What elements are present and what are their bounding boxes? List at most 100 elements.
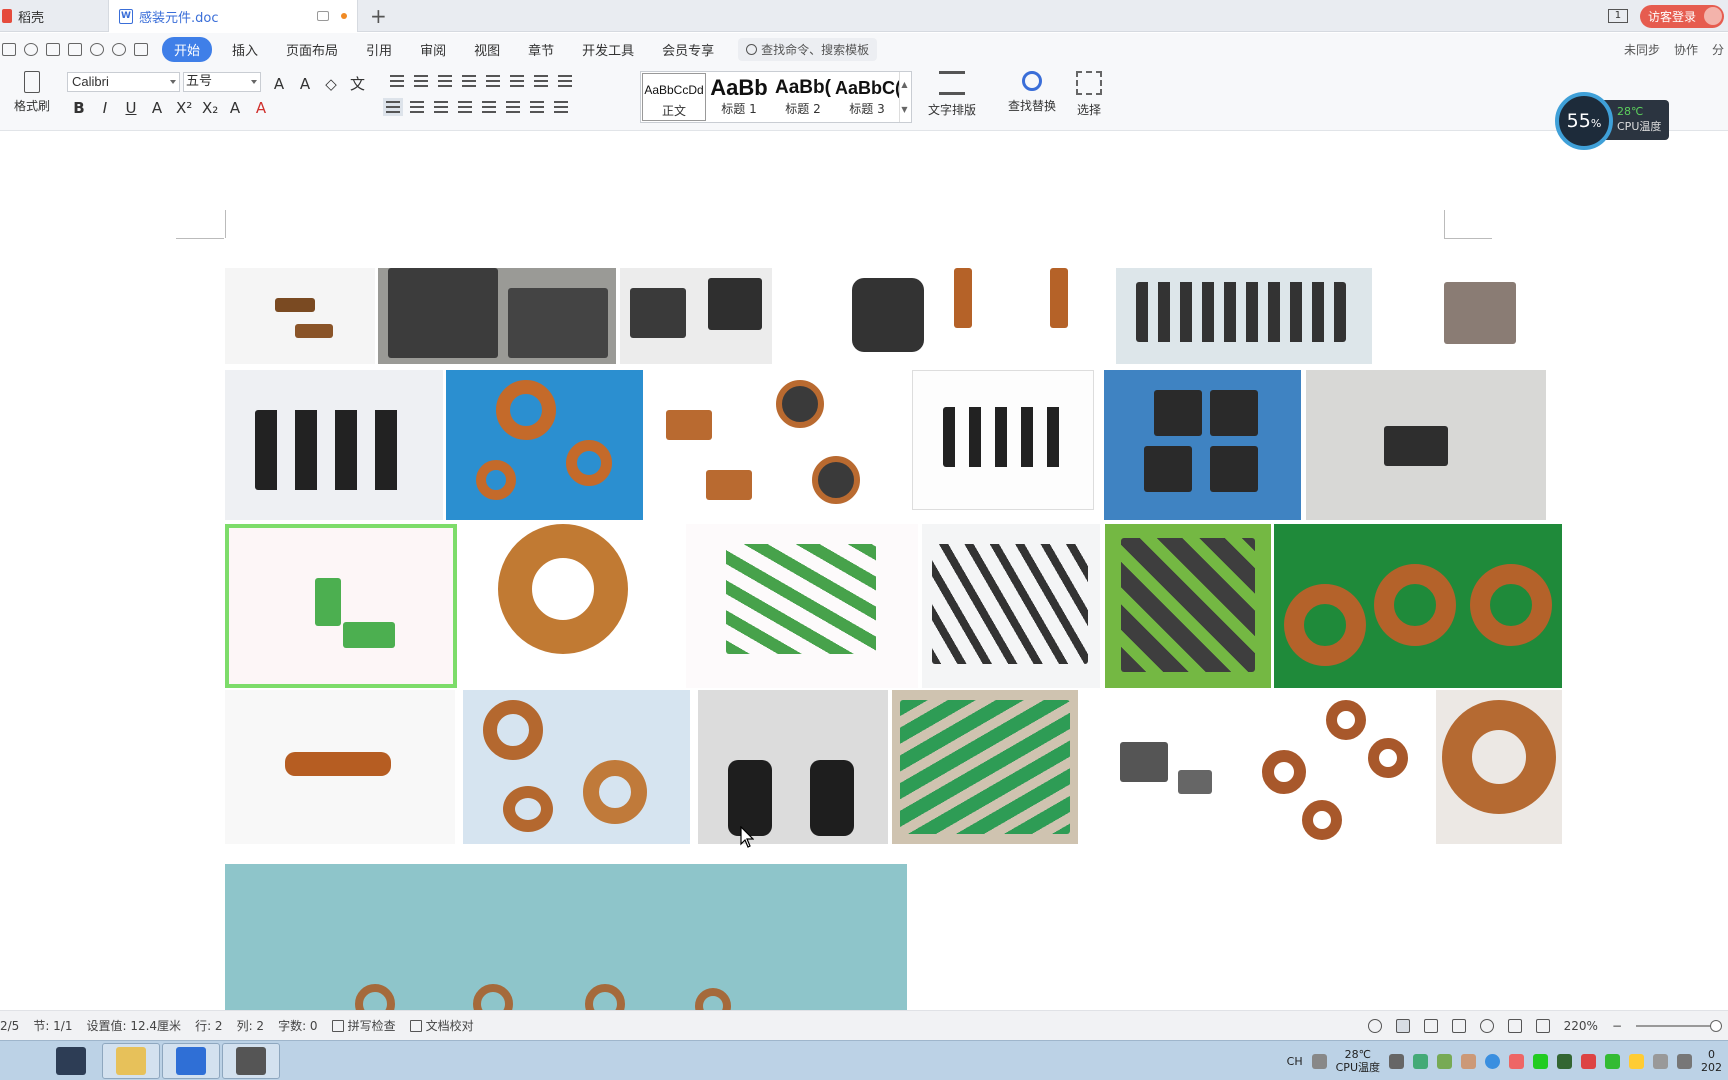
- outline-view-icon[interactable]: [1423, 1018, 1438, 1033]
- inductor-photo[interactable]: [225, 690, 455, 844]
- clear-format-icon[interactable]: ◇: [324, 75, 338, 93]
- align-right-icon[interactable]: [434, 101, 448, 113]
- zoom-level[interactable]: 220%: [1564, 1019, 1598, 1033]
- styles-scroll[interactable]: ▲ ▼: [899, 72, 909, 122]
- cpu-monitor-widget[interactable]: 55% 28℃ CPU温度: [1555, 92, 1669, 150]
- borders-icon[interactable]: [554, 101, 568, 113]
- shrink-font-icon[interactable]: A: [298, 75, 312, 93]
- thermometer-icon[interactable]: [1389, 1053, 1404, 1069]
- command-search[interactable]: 查找命令、搜索模板: [738, 37, 878, 61]
- menu-tab-4[interactable]: 审阅: [406, 40, 460, 59]
- print-preview-icon[interactable]: [68, 42, 82, 56]
- window-icon[interactable]: [317, 11, 329, 21]
- network-tool-icon[interactable]: [1413, 1053, 1428, 1069]
- font-name-select[interactable]: Calibri: [67, 72, 180, 92]
- inductor-photo[interactable]: [1104, 370, 1301, 520]
- taskbar-app-recorder[interactable]: [222, 1043, 280, 1079]
- customize-icon[interactable]: [134, 42, 148, 56]
- style-0[interactable]: AaBbCcDd 正文: [642, 73, 706, 121]
- menu-tab-3[interactable]: 引用: [352, 40, 406, 59]
- inductor-photo[interactable]: [1274, 524, 1562, 688]
- zoom-slider[interactable]: [1636, 1019, 1722, 1032]
- inductor-photo-large[interactable]: [225, 864, 907, 1010]
- inductor-photo[interactable]: [686, 524, 918, 688]
- fit-page-icon[interactable]: [1535, 1018, 1550, 1033]
- read-view-icon[interactable]: [1451, 1018, 1466, 1033]
- sync-status[interactable]: 未同步: [1624, 41, 1660, 58]
- nvidia-icon[interactable]: [1557, 1053, 1572, 1069]
- sort-icon[interactable]: [534, 75, 548, 87]
- language-indicator[interactable]: CH: [1287, 1055, 1303, 1068]
- shield-icon[interactable]: [1605, 1053, 1620, 1069]
- document-canvas[interactable]: [0, 132, 1728, 1010]
- chinese-layout-icon[interactable]: [486, 75, 500, 87]
- output-icon[interactable]: [24, 42, 38, 56]
- inductor-photo[interactable]: [698, 690, 888, 844]
- strikethrough-icon[interactable]: A: [150, 99, 164, 117]
- app-red-icon[interactable]: [1509, 1053, 1524, 1069]
- speaker-app-icon[interactable]: [1581, 1053, 1596, 1069]
- style-2[interactable]: AaBb(标题 2: [771, 72, 835, 122]
- spell-check-button[interactable]: 拼写检查: [331, 1017, 396, 1034]
- inductor-photo[interactable]: [620, 268, 772, 364]
- zoom-slider-thumb[interactable]: [1710, 1019, 1722, 1032]
- share-button[interactable]: 分: [1712, 41, 1724, 58]
- text-direction-icon[interactable]: [510, 75, 524, 87]
- superscript-icon[interactable]: X²: [176, 99, 192, 117]
- inductor-photo[interactable]: [776, 268, 936, 364]
- guest-login-button[interactable]: 访客登录: [1639, 4, 1724, 28]
- italic-icon[interactable]: I: [98, 99, 112, 117]
- keyboard-icon[interactable]: [1311, 1053, 1327, 1069]
- menu-tab-0[interactable]: 开始: [162, 36, 213, 62]
- undo-icon[interactable]: [90, 42, 104, 56]
- window-count-badge[interactable]: 1: [1607, 9, 1628, 23]
- green-app-icon[interactable]: [1533, 1053, 1548, 1069]
- bluetooth-icon[interactable]: [1485, 1053, 1500, 1069]
- align-left-icon[interactable]: [383, 98, 403, 116]
- tab-document[interactable]: W 感装元件.doc: [108, 0, 358, 32]
- inductor-photo[interactable]: [378, 268, 616, 364]
- inductor-photo[interactable]: [646, 370, 906, 520]
- pen-tool-icon[interactable]: [1437, 1053, 1452, 1069]
- page-indicator[interactable]: 2/5: [0, 1019, 19, 1033]
- menu-tab-5[interactable]: 视图: [460, 40, 514, 59]
- inductor-photo[interactable]: [225, 268, 375, 364]
- page-view-icon[interactable]: [1395, 1018, 1410, 1033]
- chevron-down-icon[interactable]: ▼: [901, 105, 907, 114]
- outdent-icon[interactable]: [438, 75, 452, 87]
- distribute-icon[interactable]: [482, 101, 496, 113]
- underline-icon[interactable]: U: [124, 99, 138, 117]
- align-center-icon[interactable]: [410, 101, 424, 113]
- show-marks-icon[interactable]: [558, 75, 572, 87]
- font-color-icon[interactable]: A: [254, 99, 268, 117]
- subscript-icon[interactable]: X₂: [202, 99, 218, 117]
- proofread-button[interactable]: 文档校对: [409, 1017, 474, 1034]
- redo-icon[interactable]: [112, 42, 126, 56]
- menu-tab-1[interactable]: 插入: [218, 40, 272, 59]
- numbered-list-icon[interactable]: [414, 75, 428, 87]
- menu-tab-7[interactable]: 开发工具: [568, 40, 648, 59]
- inductor-photo[interactable]: [1116, 268, 1372, 364]
- inductor-photo[interactable]: [912, 370, 1094, 510]
- indent-icon[interactable]: [462, 75, 476, 87]
- word-count[interactable]: 字数: 0: [278, 1017, 318, 1034]
- phonetic-icon[interactable]: 文: [350, 73, 365, 94]
- inductor-photo[interactable]: [446, 370, 643, 520]
- inductor-photo[interactable]: [1436, 690, 1562, 844]
- find-replace-button[interactable]: 查找替换: [1008, 71, 1056, 114]
- plus-app-icon[interactable]: [1629, 1053, 1644, 1069]
- justify-icon[interactable]: [458, 101, 472, 113]
- select-button[interactable]: 选择: [1076, 71, 1102, 118]
- clock[interactable]: 0 202: [1701, 1048, 1722, 1074]
- new-tab-button[interactable]: +: [370, 4, 387, 28]
- inductor-photo[interactable]: [1440, 268, 1546, 364]
- chevron-up-icon[interactable]: ▲: [901, 80, 907, 89]
- menu-tab-2[interactable]: 页面布局: [272, 40, 352, 59]
- line-spacing-icon[interactable]: [506, 101, 520, 113]
- text-effect-icon[interactable]: A: [228, 99, 242, 117]
- inductor-photo[interactable]: [1306, 370, 1546, 520]
- inductor-photo[interactable]: [940, 268, 1100, 364]
- pen-icon[interactable]: [1507, 1018, 1522, 1033]
- network-icon[interactable]: [1677, 1053, 1692, 1069]
- zoom-out-icon[interactable]: −: [1612, 1019, 1622, 1033]
